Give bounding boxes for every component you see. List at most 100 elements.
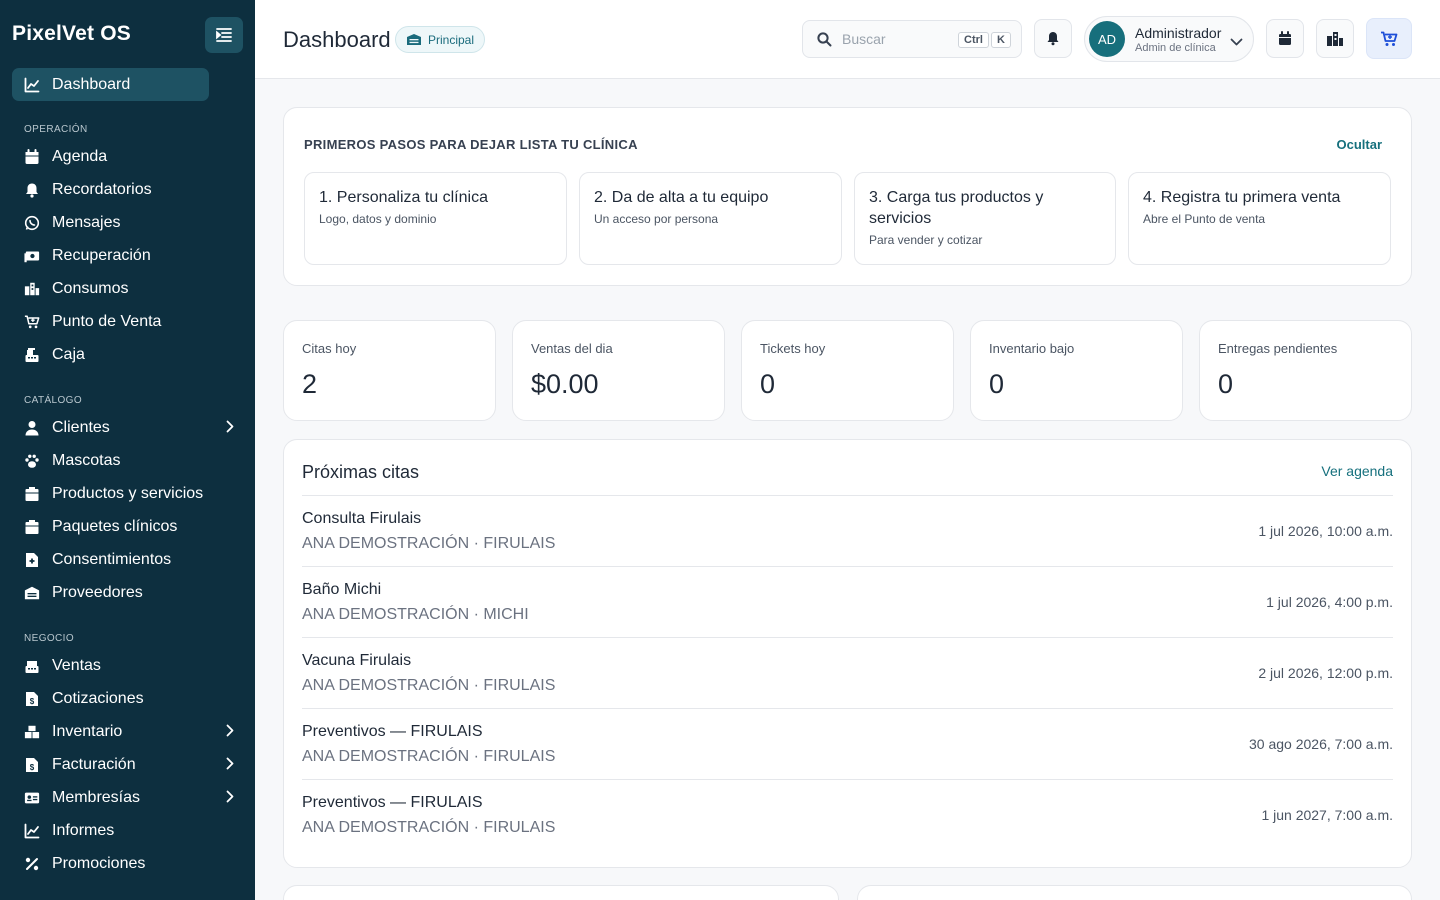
appointment-row[interactable]: Baño Michi ANA DEMOSTRACIÓN · MICHI 1 ju… xyxy=(302,566,1393,637)
appointment-date: 30 ago 2026, 7:00 a.m. xyxy=(1249,736,1393,752)
appointment-name: Baño Michi xyxy=(302,581,382,598)
paw-icon xyxy=(24,453,40,469)
sidebar-item-label: Recuperación xyxy=(52,246,151,264)
kbd-ctrl: Ctrl xyxy=(958,32,989,48)
stat-value: 2 xyxy=(302,369,318,399)
sidebar-item-label: Paquetes clínicos xyxy=(52,517,178,535)
chevron-right-icon xyxy=(226,420,234,438)
stat-label: Tickets hoy xyxy=(760,341,826,356)
sidebar-item-paquetes[interactable]: Paquetes clínicos xyxy=(12,510,242,543)
sidebar-item-label: Productos y servicios xyxy=(52,484,204,502)
appointment-row[interactable]: Preventivos — FIRULAIS ANA DEMOSTRACIÓN … xyxy=(302,708,1393,779)
stat-card-citas: Citas hoy 2 xyxy=(283,320,496,421)
cash-register-icon xyxy=(24,347,40,363)
sidebar-item-cotizaciones[interactable]: $ Cotizaciones xyxy=(12,682,242,715)
sidebar-item-consentimientos[interactable]: Consentimientos xyxy=(12,543,242,576)
sidebar-item-punto-venta[interactable]: Punto de Venta xyxy=(12,305,242,338)
stat-label: Ventas del dia xyxy=(531,341,613,356)
notifications-button[interactable] xyxy=(1034,19,1072,58)
branch-badge[interactable]: Principal xyxy=(395,26,486,53)
appointment-row[interactable]: Preventivos — FIRULAIS ANA DEMOSTRACIÓN … xyxy=(302,779,1393,850)
sidebar-item-label: Clientes xyxy=(52,418,110,436)
search-input[interactable]: Buscar Ctrl K xyxy=(802,20,1022,58)
sidebar-item-productos[interactable]: Productos y servicios xyxy=(12,477,242,510)
section-label-negocio: NEGOCIO xyxy=(24,633,75,644)
sidebar-item-facturacion[interactable]: $ Facturación xyxy=(12,748,242,781)
appointment-client: ANA DEMOSTRACIÓN · FIRULAIS xyxy=(302,535,556,552)
stat-card-entregas: Entregas pendientes 0 xyxy=(1199,320,1412,421)
stat-card-inventario: Inventario bajo 0 xyxy=(970,320,1183,421)
sidebar-item-informes[interactable]: Informes xyxy=(12,814,242,847)
chevron-right-icon xyxy=(226,757,234,775)
sidebar-item-clientes[interactable]: Clientes xyxy=(12,411,242,444)
onboarding-step-2[interactable]: 2. Da de alta a tu equipo Un acceso por … xyxy=(579,172,842,265)
sidebar-item-label: Mascotas xyxy=(52,451,121,469)
user-menu[interactable]: AD Administrador Admin de clínica xyxy=(1084,16,1254,62)
page-title: Dashboard xyxy=(283,27,391,52)
sidebar-item-mascotas[interactable]: Mascotas xyxy=(12,444,242,477)
sidebar-item-dashboard[interactable]: Dashboard xyxy=(12,68,209,101)
hide-onboarding-button[interactable]: Ocultar xyxy=(1336,137,1382,152)
sidebar-item-label: Consentimientos xyxy=(52,550,172,568)
chevron-down-icon xyxy=(1230,34,1243,52)
calendar-button[interactable] xyxy=(1266,19,1304,58)
sidebar-item-label: Facturación xyxy=(52,755,136,773)
file-invoice-dollar-icon: $ xyxy=(24,757,40,773)
kbd-k: K xyxy=(991,32,1011,48)
stat-card-tickets: Tickets hoy 0 xyxy=(741,320,954,421)
sidebar-item-label: Cotizaciones xyxy=(52,689,144,707)
step-title: 4. Registra tu primera venta xyxy=(1143,189,1341,206)
upcoming-appointments-card: Próximas citas Ver agenda Consulta Firul… xyxy=(283,439,1412,868)
money-icon xyxy=(24,248,40,264)
bell-icon xyxy=(1047,32,1059,46)
appointment-date: 1 jul 2026, 10:00 a.m. xyxy=(1258,523,1393,539)
sidebar-item-consumos[interactable]: Consumos xyxy=(12,272,242,305)
file-medical-icon xyxy=(24,552,40,568)
sidebar-item-promociones[interactable]: Promociones xyxy=(12,847,242,880)
appointment-date: 2 jul 2026, 12:00 p.m. xyxy=(1258,665,1393,681)
stat-value: 0 xyxy=(1218,369,1234,399)
appointment-row[interactable]: Consulta Firulais ANA DEMOSTRACIÓN · FIR… xyxy=(302,495,1393,566)
user-name: Administrador xyxy=(1135,25,1222,41)
sidebar-item-label: Membresías xyxy=(52,788,141,806)
step-subtitle: Abre el Punto de venta xyxy=(1143,212,1266,226)
sidebar-item-caja[interactable]: Caja xyxy=(12,338,242,371)
sidebar-item-recuperacion[interactable]: Recuperación xyxy=(12,239,242,272)
onboarding-step-4[interactable]: 4. Registra tu primera venta Abre el Pun… xyxy=(1128,172,1391,265)
onboarding-step-1[interactable]: 1. Personaliza tu clínica Logo, datos y … xyxy=(304,172,567,265)
sidebar-item-mensajes[interactable]: Mensajes xyxy=(12,206,242,239)
cart-button[interactable] xyxy=(1366,18,1412,59)
view-agenda-link[interactable]: Ver agenda xyxy=(1321,463,1393,479)
calendar-icon xyxy=(1279,31,1291,45)
consumos-button[interactable] xyxy=(1316,19,1354,58)
box-icon xyxy=(24,486,40,502)
warehouse-icon xyxy=(24,585,40,601)
onboarding-step-3[interactable]: 3. Carga tus productos y servicios Para … xyxy=(854,172,1116,265)
appointment-row[interactable]: Vacuna Firulais ANA DEMOSTRACIÓN · FIRUL… xyxy=(302,637,1393,708)
bell-icon xyxy=(24,182,40,198)
sidebar-item-label: Recordatorios xyxy=(52,180,152,198)
collapse-sidebar-button[interactable] xyxy=(205,17,243,53)
sidebar-item-recordatorios[interactable]: Recordatorios xyxy=(12,173,242,206)
calendar-icon xyxy=(24,148,40,165)
section-label-operacion: OPERACIÓN xyxy=(24,124,88,135)
appointment-name: Consulta Firulais xyxy=(302,510,422,527)
chart-line-icon xyxy=(24,823,40,839)
bottom-card-right xyxy=(857,885,1412,900)
sidebar-item-proveedores[interactable]: Proveedores xyxy=(12,576,242,609)
appointment-date: 1 jul 2026, 4:00 p.m. xyxy=(1266,594,1393,610)
bottom-card-left xyxy=(283,885,839,900)
sidebar-item-label: Caja xyxy=(52,345,85,363)
sidebar-item-agenda[interactable]: Agenda xyxy=(12,140,242,173)
sidebar-item-ventas[interactable]: Ventas xyxy=(12,649,242,682)
user-icon xyxy=(24,420,40,436)
sidebar-item-membresias[interactable]: Membresías xyxy=(12,781,242,814)
sidebar: PixelVet OS Dashboard OPERACIÓN Agenda R… xyxy=(0,0,255,900)
sidebar-item-label: Agenda xyxy=(52,147,108,165)
appointment-client: ANA DEMOSTRACIÓN · FIRULAIS xyxy=(302,677,556,694)
appointment-client: ANA DEMOSTRACIÓN · MICHI xyxy=(302,606,529,623)
sidebar-item-label: Mensajes xyxy=(52,213,121,231)
sidebar-item-inventario[interactable]: Inventario xyxy=(12,715,242,748)
box-icon xyxy=(24,519,40,535)
avatar: AD xyxy=(1089,21,1125,57)
